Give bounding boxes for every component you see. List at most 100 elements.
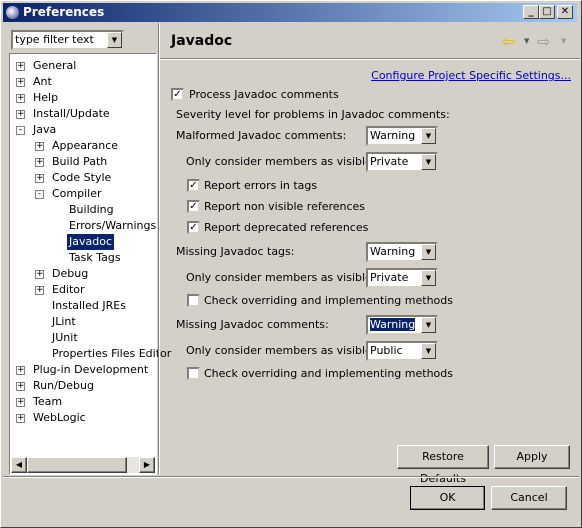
report-deprecated-checkbox[interactable]: ✓ <box>187 221 200 234</box>
malformed-severity-select[interactable]: Warning ▼ <box>366 126 438 146</box>
selected-value: Private <box>370 155 409 168</box>
expand-icon[interactable]: + <box>35 174 44 183</box>
restore-defaults-button[interactable]: Restore Defaults <box>397 445 489 485</box>
expand-icon[interactable]: + <box>16 366 25 375</box>
chevron-down-icon[interactable]: ▼ <box>107 32 122 48</box>
tree-item-label: Appearance <box>52 139 119 152</box>
tree-item[interactable]: Javadoc <box>10 234 156 250</box>
chevron-down-icon[interactable]: ▼ <box>421 270 436 286</box>
tree-item-label: Build Path <box>52 155 108 168</box>
tree-item-label: Compiler <box>52 187 102 200</box>
malformed-visibility-select[interactable]: Private ▼ <box>366 152 438 172</box>
tree-item[interactable]: + Ant <box>10 74 156 90</box>
missing-comments-severity-select[interactable]: Warning ▼ <box>366 315 438 335</box>
tree-item[interactable]: + WebLogic <box>10 410 156 426</box>
forward-menu-chevron-icon[interactable]: ▼ <box>561 37 566 45</box>
horizontal-scrollbar[interactable]: ◀ ▶ <box>11 457 155 473</box>
chevron-down-icon[interactable]: ▼ <box>421 128 436 144</box>
filter-input[interactable]: type filter text ▼ <box>11 30 124 50</box>
ok-button[interactable]: OK <box>410 486 485 510</box>
chevron-down-icon[interactable]: ▼ <box>421 154 436 170</box>
tree-item[interactable]: + Code Style <box>10 170 156 186</box>
close-button[interactable]: ✕ <box>557 5 573 19</box>
expand-icon[interactable]: + <box>16 398 25 407</box>
selected-value: Public <box>370 344 403 357</box>
tree-item[interactable]: + Plug-in Development <box>10 362 156 378</box>
page-title: Javadoc <box>171 33 233 49</box>
tree-item[interactable]: + Run/Debug <box>10 378 156 394</box>
cancel-button[interactable]: Cancel <box>491 486 567 510</box>
tree-item-label: Errors/Warnings <box>69 219 157 232</box>
tree-item[interactable]: - Java <box>10 122 156 138</box>
configure-project-link[interactable]: Configure Project Specific Settings... <box>371 69 571 82</box>
missing-tags-visibility-label: Only consider members as visible as: <box>186 271 392 284</box>
selected-value: Warning <box>370 129 416 142</box>
tree-item[interactable]: + Appearance <box>10 138 156 154</box>
expand-icon[interactable]: + <box>35 286 44 295</box>
tree-item[interactable]: + Help <box>10 90 156 106</box>
chevron-down-icon[interactable]: ▼ <box>421 244 436 260</box>
tree-item[interactable]: + Debug <box>10 266 156 282</box>
selected-value: Warning <box>370 245 416 258</box>
tree-item[interactable]: Building <box>10 202 156 218</box>
tree-item-label: Install/Update <box>33 107 110 120</box>
tree-item-label: JLint <box>52 315 76 328</box>
collapse-icon[interactable]: - <box>16 126 25 135</box>
apply-button[interactable]: Apply <box>494 445 570 469</box>
report-nonvisible-checkbox[interactable]: ✓ <box>187 200 200 213</box>
report-deprecated-label: Report deprecated references <box>204 221 369 234</box>
missing-comments-visibility-select[interactable]: Public ▼ <box>366 341 438 361</box>
preference-tree: + General + Ant + Help + Install/Update - Java + Ap… <box>9 53 171 475</box>
tree-item[interactable]: + Build Path <box>10 154 156 170</box>
missing-comments-label: Missing Javadoc comments: <box>176 318 329 331</box>
tree-item[interactable]: Task Tags <box>10 250 156 266</box>
expand-icon[interactable]: + <box>35 142 44 151</box>
tree-item[interactable]: Installed JREs <box>10 298 156 314</box>
chevron-down-icon[interactable]: ▼ <box>421 317 436 333</box>
tree-item[interactable]: - Compiler <box>10 186 156 202</box>
tree-item[interactable]: Errors/Warnings <box>10 218 156 234</box>
back-menu-chevron-icon[interactable]: ▼ <box>524 37 529 45</box>
tree-item-label: Task Tags <box>69 251 121 264</box>
missing-tags-visibility-select[interactable]: Private ▼ <box>366 268 438 288</box>
expand-icon[interactable]: + <box>35 158 44 167</box>
expand-icon[interactable]: + <box>16 78 25 87</box>
back-arrow-icon[interactable]: ⇦ <box>502 32 515 51</box>
tree-item-label: Run/Debug <box>33 379 94 392</box>
scroll-left-button[interactable]: ◀ <box>11 457 27 473</box>
forward-arrow-icon[interactable]: ⇨ <box>537 32 550 51</box>
missing-comments-check-overriding-checkbox[interactable] <box>187 367 200 380</box>
tree-item-label: Team <box>33 395 63 408</box>
expand-icon[interactable]: + <box>16 94 25 103</box>
scroll-right-button[interactable]: ▶ <box>139 457 155 473</box>
expand-icon[interactable]: + <box>16 62 25 71</box>
expand-icon[interactable]: + <box>16 382 25 391</box>
tree-item[interactable]: + General <box>10 58 156 74</box>
tree-item[interactable]: JUnit <box>10 330 156 346</box>
missing-comments-check-overriding-label: Check overriding and implementing method… <box>204 367 453 380</box>
tree-item-label: General <box>33 59 77 72</box>
process-javadoc-checkbox[interactable]: ✓ <box>171 88 184 101</box>
title-bar: Preferences <box>3 3 577 22</box>
expand-icon[interactable]: + <box>16 110 25 119</box>
tree-item[interactable]: JLint <box>10 314 156 330</box>
minimize-button[interactable]: _ <box>523 5 539 19</box>
tree-item[interactable]: + Team <box>10 394 156 410</box>
tree-item[interactable]: + Install/Update <box>10 106 156 122</box>
tree-item-label: Javadoc <box>67 234 114 250</box>
tree-item-label: Properties Files Editor <box>52 347 172 360</box>
missing-comments-visibility-label: Only consider members as visible as: <box>186 344 392 357</box>
tree-item[interactable]: Properties Files Editor <box>10 346 171 362</box>
tree-item[interactable]: + Editor <box>10 282 156 298</box>
missing-tags-label: Missing Javadoc tags: <box>176 245 295 258</box>
tree-item-label: Java <box>33 123 57 136</box>
expand-icon[interactable]: + <box>16 414 25 423</box>
report-errors-checkbox[interactable]: ✓ <box>187 179 200 192</box>
scroll-thumb[interactable] <box>27 457 127 473</box>
chevron-down-icon[interactable]: ▼ <box>421 343 436 359</box>
missing-tags-severity-select[interactable]: Warning ▼ <box>366 242 438 262</box>
maximize-button[interactable]: □ <box>539 5 555 19</box>
collapse-icon[interactable]: - <box>35 190 44 199</box>
missing-tags-check-overriding-checkbox[interactable] <box>187 294 200 307</box>
expand-icon[interactable]: + <box>35 270 44 279</box>
